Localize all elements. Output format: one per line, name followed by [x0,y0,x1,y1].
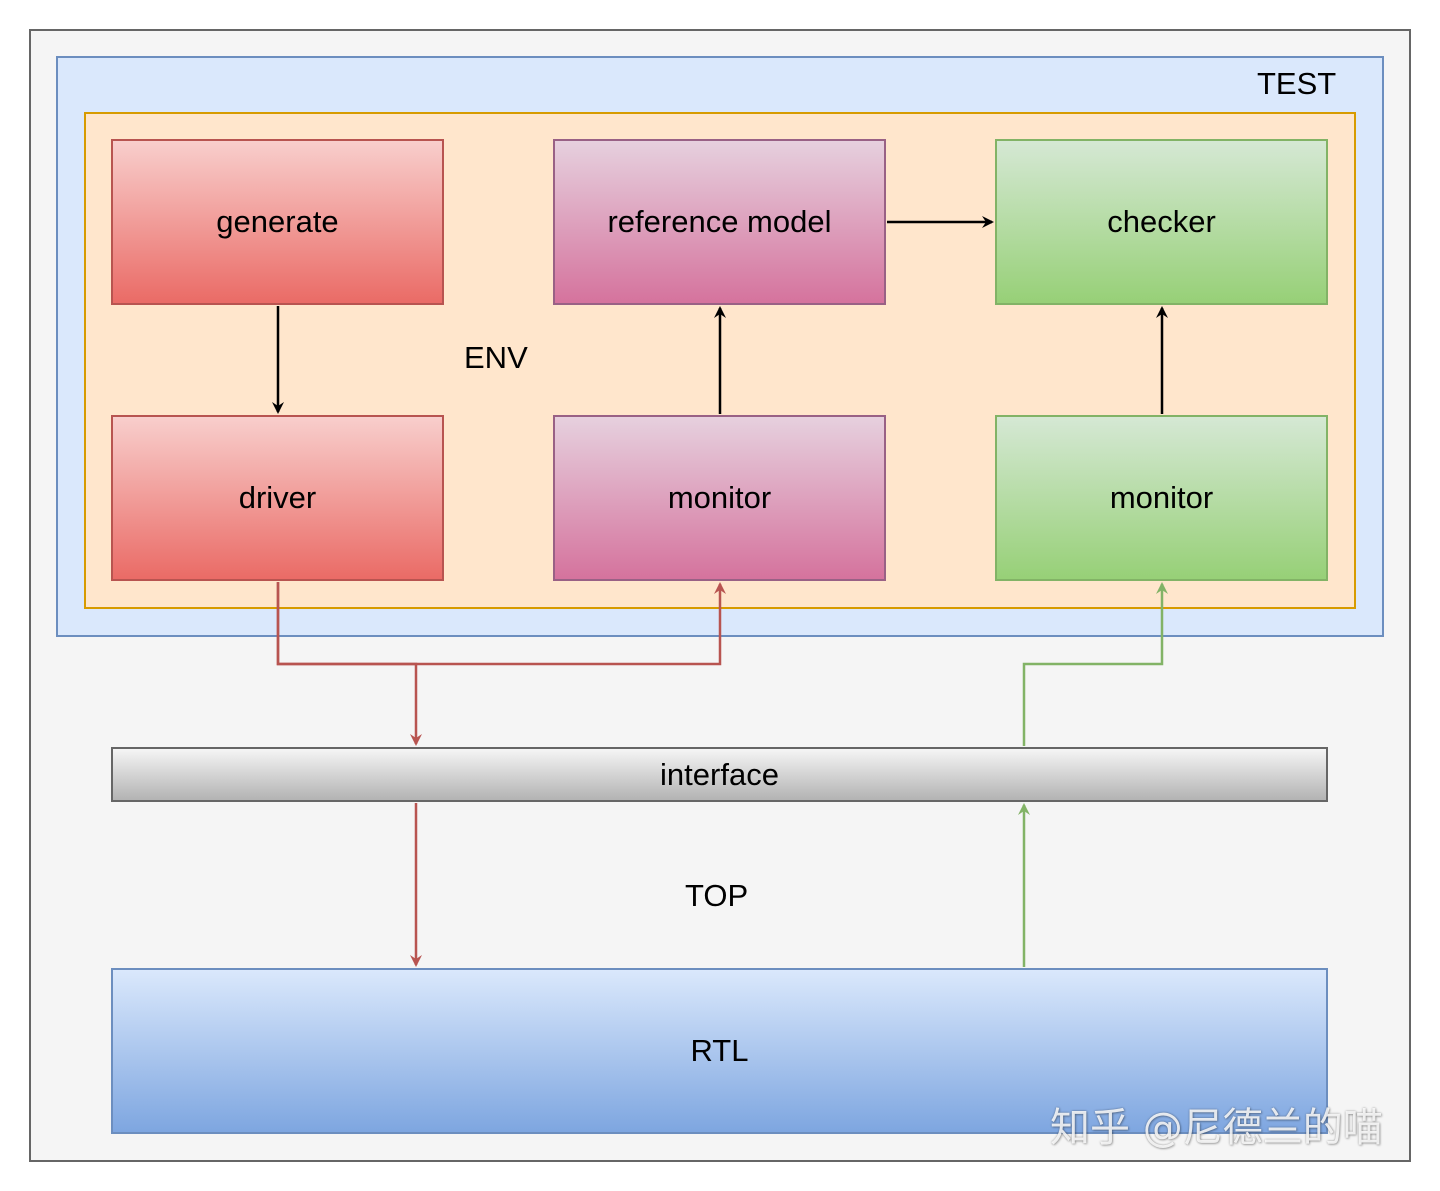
driver-node-label: driver [238,480,317,515]
watermark-text: 知乎 @尼德兰的喵 [1050,1105,1383,1151]
generate-node[interactable]: generate [111,139,444,305]
rtl-node-label: RTL [690,1033,749,1068]
checker-node-label: checker [1107,204,1216,239]
input-monitor-node[interactable]: monitor [553,415,886,581]
test-label: TEST [1257,66,1337,101]
reference-model-node-label: reference model [607,204,832,239]
interface-node[interactable]: interface [111,747,1328,802]
reference-model-node[interactable]: reference model [553,139,886,305]
env-label: ENV [464,340,528,375]
generate-node-label: generate [216,204,339,239]
output-monitor-node-label: monitor [1109,480,1214,515]
driver-node[interactable]: driver [111,415,444,581]
checker-node[interactable]: checker [995,139,1328,305]
input-monitor-node-label: monitor [667,480,772,515]
top-label: TOP [685,878,749,913]
interface-node-label: interface [660,756,779,792]
output-monitor-node[interactable]: monitor [995,415,1328,581]
